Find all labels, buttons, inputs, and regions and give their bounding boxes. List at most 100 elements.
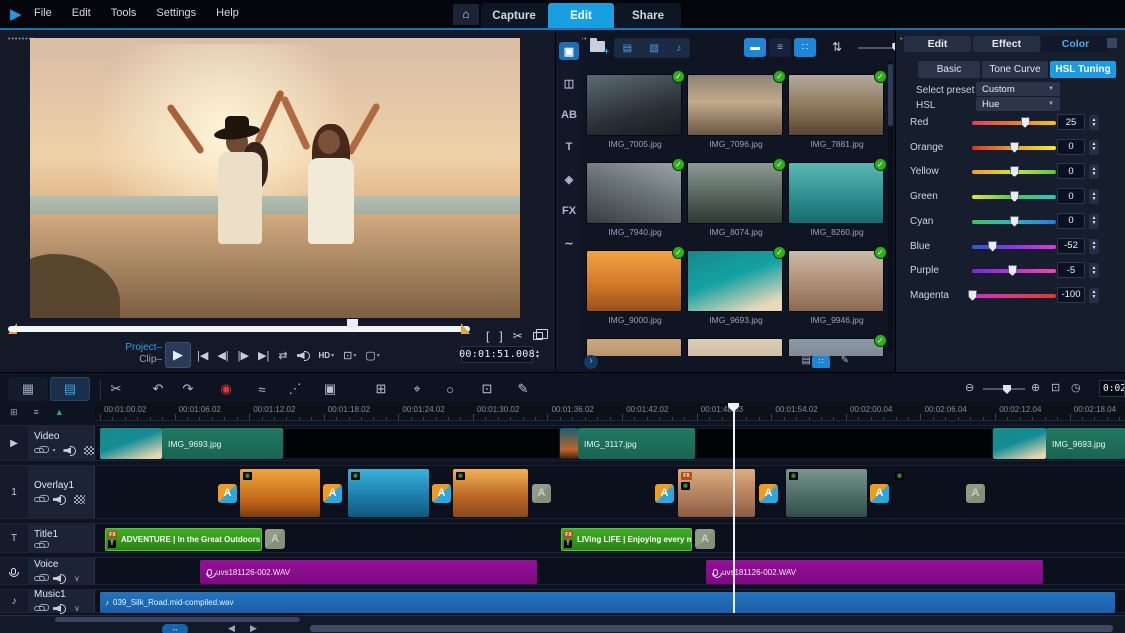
scroll-right-button[interactable]: ▶ xyxy=(250,623,257,633)
media-item[interactable]: ✓IMG_9946.jpg xyxy=(788,250,886,325)
sort-icon[interactable]: ⇅ xyxy=(832,40,842,54)
timecode-spinner[interactable]: ▲▼ xyxy=(535,346,543,363)
scroll-mode-button[interactable]: ↔ xyxy=(162,624,188,633)
title-clip[interactable]: FXTADVENTURE | In the Great Outdoors xyxy=(105,528,262,551)
thumb-view-button[interactable]: ▬ xyxy=(744,38,766,57)
track-header[interactable]: Voice∨ xyxy=(0,558,95,584)
hsl-slider[interactable] xyxy=(972,220,1056,224)
timeline-view-button[interactable]: ▤ xyxy=(50,377,90,401)
hsl-slider-spinner[interactable]: ▲▼ xyxy=(1089,140,1099,155)
tab-capture[interactable]: Capture xyxy=(481,3,547,28)
mute-track-icon[interactable] xyxy=(53,494,66,504)
media-thumbnail[interactable]: ✓ xyxy=(687,250,783,312)
hsl-slider-value[interactable]: 0 xyxy=(1057,188,1085,204)
mark-out-button[interactable]: ] xyxy=(499,329,502,343)
subtab-tone-curve[interactable]: Tone Curve xyxy=(982,61,1048,78)
show-audio-button[interactable]: ♪ xyxy=(676,43,681,54)
hsl-slider-thumb[interactable] xyxy=(1010,216,1019,227)
zoom-slider-thumb[interactable] xyxy=(1003,385,1011,394)
transparency-icon[interactable] xyxy=(84,446,94,455)
record-capture-button[interactable]: ◉ xyxy=(214,378,238,400)
media-thumbnail[interactable]: ✓ xyxy=(586,162,682,224)
track-header[interactable]: ▶Video▾ xyxy=(0,426,95,460)
add-folder-icon[interactable] xyxy=(590,41,605,52)
track-list-button[interactable]: ⊞ xyxy=(10,407,18,418)
hsl-slider-spinner[interactable]: ▲▼ xyxy=(1089,115,1099,130)
storyboard-view-button[interactable]: ▦ xyxy=(8,377,48,401)
video-clip-segment[interactable]: IMG_9693.jpg xyxy=(162,428,283,459)
hsl-slider-value[interactable]: 0 xyxy=(1057,163,1085,179)
transition-icon[interactable]: A xyxy=(217,483,238,504)
media-thumbnail[interactable]: ✓ xyxy=(687,162,783,224)
hsl-slider-spinner[interactable]: ▲▼ xyxy=(1089,164,1099,179)
hsl-slider-value[interactable]: -100 xyxy=(1057,287,1085,303)
media-thumbnail[interactable]: ✓ xyxy=(586,250,682,312)
hsl-slider-value[interactable]: -5 xyxy=(1057,262,1085,278)
overlay-clip[interactable]: ▦ xyxy=(452,468,529,518)
home-button[interactable]: ⌂ xyxy=(453,4,479,25)
hd-preview-button[interactable]: HD▾ xyxy=(319,351,335,360)
transition-icon[interactable]: A xyxy=(654,483,675,504)
link-clips-icon[interactable] xyxy=(34,448,44,453)
enlarge-button[interactable] xyxy=(533,329,543,343)
panel-drag-handle[interactable] xyxy=(1,377,7,399)
titles-button[interactable]: AB xyxy=(559,106,579,124)
horizontal-scrollbar-thumb[interactable] xyxy=(310,625,1113,632)
library-panel-button[interactable]: ▤ xyxy=(802,355,811,366)
title-clip[interactable]: FXTLIVing LIFE | Enjoying every mor xyxy=(561,528,692,551)
menu-settings[interactable]: Settings xyxy=(156,7,196,19)
hsl-slider-thumb[interactable] xyxy=(1021,117,1030,128)
hsl-slider-thumb[interactable] xyxy=(968,290,977,301)
mute-track-icon[interactable] xyxy=(63,445,75,455)
media-item[interactable]: ✓IMG_8074.jpg xyxy=(687,162,785,237)
expand-track-icon[interactable]: ∨ xyxy=(74,574,80,583)
media-thumbnail[interactable]: ✓ xyxy=(788,74,884,136)
menu-help[interactable]: Help xyxy=(216,7,239,19)
enlarge-preview-button[interactable]: ▢▾ xyxy=(365,349,379,362)
hsl-slider-value[interactable]: 25 xyxy=(1057,114,1085,130)
hsl-slider[interactable] xyxy=(972,121,1056,125)
hsl-slider-value[interactable]: 0 xyxy=(1057,139,1085,155)
track-icon-cell[interactable] xyxy=(0,558,28,584)
motion-button[interactable]: ∼ xyxy=(559,234,579,252)
track-icon-cell[interactable]: T xyxy=(0,524,28,552)
redo-button[interactable]: ↷ xyxy=(176,378,200,400)
list-view-button[interactable]: ≡ xyxy=(769,38,791,57)
hsl-slider-spinner[interactable]: ▲▼ xyxy=(1089,263,1099,278)
media-item[interactable]: ✓IMG_7096.jpg xyxy=(687,74,785,149)
project-mode-label[interactable]: Project– xyxy=(86,342,162,354)
hsl-slider[interactable] xyxy=(972,245,1056,249)
scroll-left-button[interactable]: ◀ xyxy=(228,623,235,633)
split-clip-button[interactable]: ✂ xyxy=(513,329,523,343)
expand-track-icon[interactable]: ∨ xyxy=(74,604,80,613)
music-clip[interactable]: ♪039_Silk_Road.mid-compiled.wav xyxy=(100,592,1115,613)
media-item[interactable]: ✓IMG_7005.jpg xyxy=(586,74,684,149)
overlay-clip[interactable]: ▦ xyxy=(891,468,964,518)
hsl-slider-value[interactable]: 0 xyxy=(1057,213,1085,229)
play-button[interactable]: ▶ xyxy=(165,342,191,368)
transition-icon[interactable]: A xyxy=(758,483,779,504)
video-clip-segment[interactable] xyxy=(993,428,1046,459)
link-clips-icon[interactable] xyxy=(34,543,45,548)
timeline-zoom-slider[interactable] xyxy=(983,388,1025,390)
hsl-slider-spinner[interactable]: ▲▼ xyxy=(1089,189,1099,204)
subtab-basic[interactable]: Basic xyxy=(918,61,980,78)
transparency-icon[interactable] xyxy=(74,495,85,504)
playhead-line[interactable] xyxy=(733,411,735,613)
mute-track-icon[interactable] xyxy=(53,573,66,583)
overlay-clip[interactable]: ▦ xyxy=(785,468,868,518)
previous-frame-button[interactable]: ◀| xyxy=(217,349,228,362)
auto-music-button[interactable]: ⋰ xyxy=(283,378,307,400)
sound-mixer-button[interactable]: ≈ xyxy=(250,378,274,400)
hsl-slider-spinner[interactable]: ▲▼ xyxy=(1089,239,1099,254)
paint-creator-button[interactable]: ✎ xyxy=(511,378,535,400)
track-content[interactable]: uvs181126-002.WAVuvs181126-002.WAV xyxy=(0,558,1125,584)
hsl-select[interactable]: Hue▼ xyxy=(976,97,1060,111)
library-scrollbar[interactable] xyxy=(888,60,893,350)
media-item[interactable]: ✓IMG_7881.jpg xyxy=(788,74,886,149)
duration-icon[interactable]: ◷ xyxy=(1071,381,1081,394)
mark-in-button[interactable]: [ xyxy=(486,329,489,343)
preview-video[interactable] xyxy=(30,38,520,318)
media-item[interactable]: ✓IMG_8260.jpg xyxy=(788,162,886,237)
link-clips-icon[interactable] xyxy=(34,497,45,502)
